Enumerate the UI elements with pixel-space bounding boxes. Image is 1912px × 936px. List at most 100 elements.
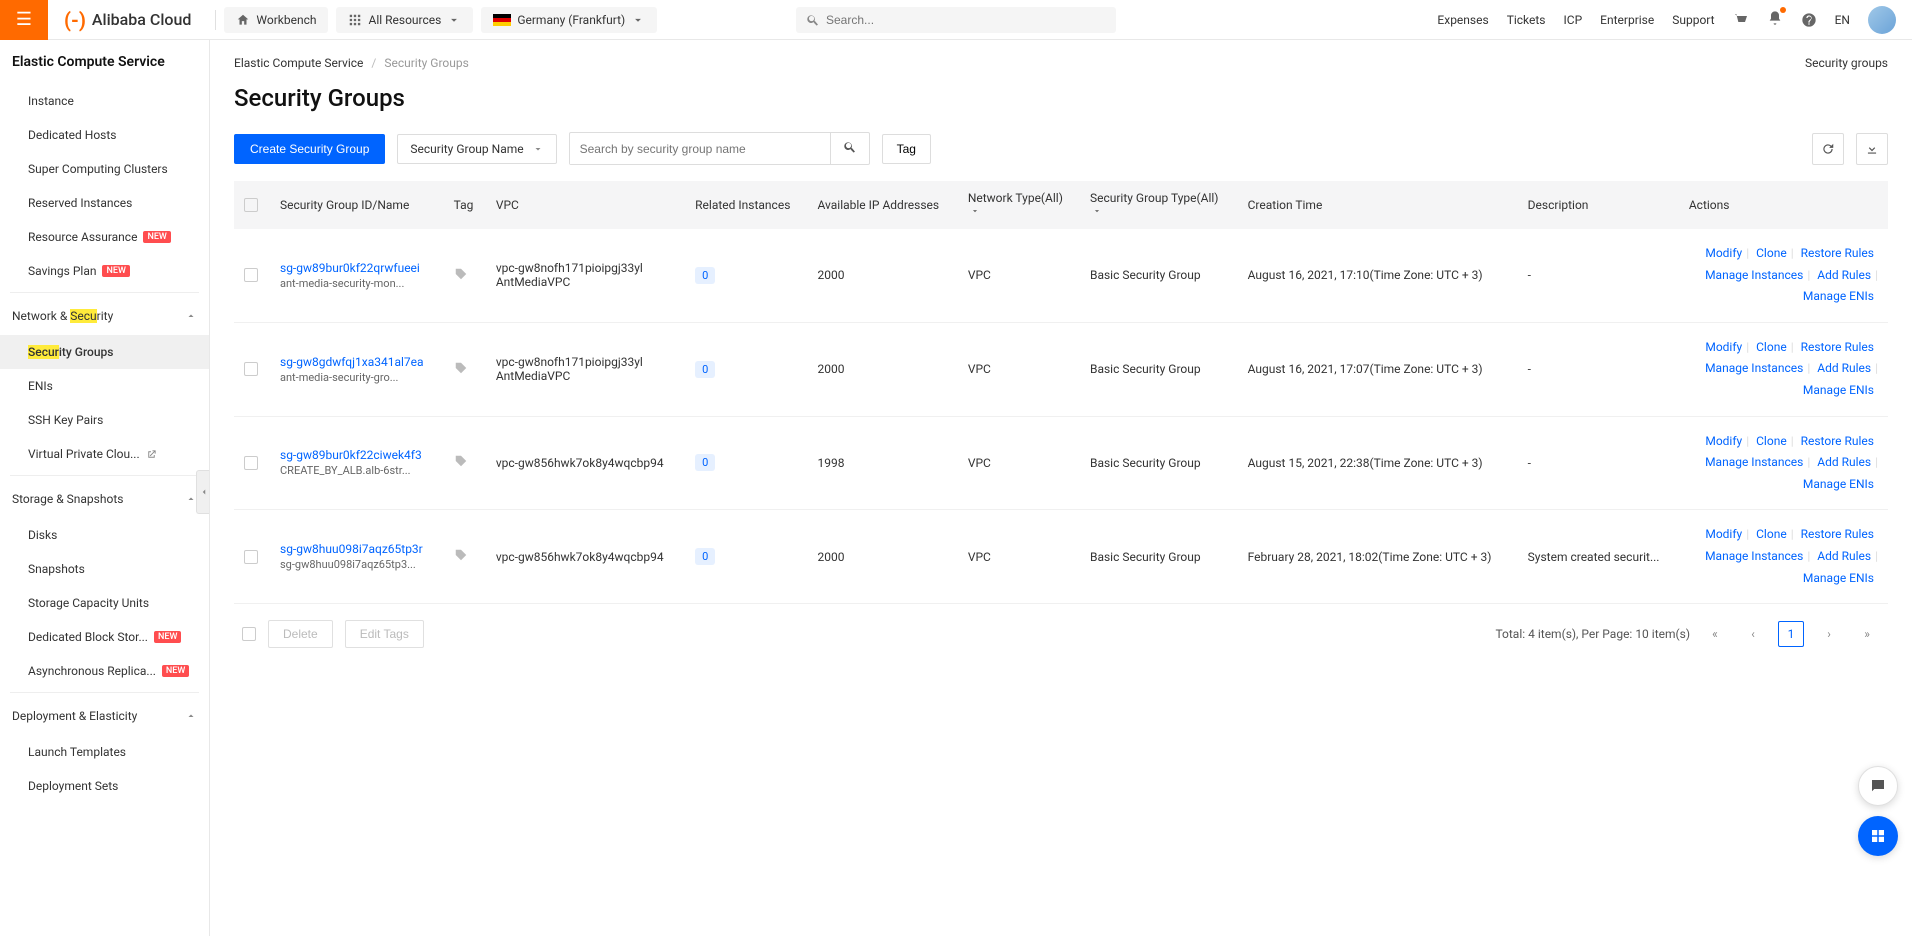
restore-rules-link[interactable]: Restore Rules <box>1801 527 1874 541</box>
breadcrumb-link-ecs[interactable]: Elastic Compute Service <box>234 56 363 70</box>
row-checkbox[interactable] <box>244 550 258 564</box>
tag-icon[interactable] <box>454 454 468 468</box>
workbench-button[interactable]: Workbench <box>224 7 328 33</box>
enterprise-link[interactable]: Enterprise <box>1600 13 1654 27</box>
sidebar-collapse-button[interactable] <box>196 470 210 514</box>
pagination-last[interactable]: » <box>1854 621 1880 647</box>
security-group-id-link[interactable]: sg-gw8huu098i7aqz65tp3r <box>280 542 434 556</box>
delete-button[interactable]: Delete <box>268 620 333 648</box>
manage-enis-link[interactable]: Manage ENIs <box>1803 383 1874 397</box>
notifications-button[interactable] <box>1767 10 1783 29</box>
edit-tags-button[interactable]: Edit Tags <box>345 620 424 648</box>
sidebar-item-snapshots[interactable]: Snapshots <box>0 552 209 586</box>
sidebar-group-storage[interactable]: Storage & Snapshots <box>0 480 209 518</box>
manage-enis-link[interactable]: Manage ENIs <box>1803 477 1874 491</box>
modify-link[interactable]: Modify <box>1705 434 1742 448</box>
sidebar-item-enis[interactable]: ENIs <box>0 369 209 403</box>
add-rules-link[interactable]: Add Rules <box>1817 268 1871 282</box>
global-search-input[interactable] <box>826 13 1106 27</box>
chat-float-button[interactable] <box>1858 766 1898 806</box>
restore-rules-link[interactable]: Restore Rules <box>1801 340 1874 354</box>
apps-float-button[interactable] <box>1858 816 1898 856</box>
export-button[interactable] <box>1856 133 1888 165</box>
sidebar-item-instance[interactable]: Instance <box>0 84 209 118</box>
restore-rules-link[interactable]: Restore Rules <box>1801 246 1874 260</box>
search-button[interactable] <box>830 133 869 164</box>
logo[interactable]: (-) Alibaba Cloud <box>48 8 207 32</box>
related-instances-badge[interactable]: 0 <box>695 454 715 471</box>
related-instances-badge[interactable]: 0 <box>695 267 715 284</box>
security-group-id-link[interactable]: sg-gw8gdwfqj1xa341al7ea <box>280 355 434 369</box>
modify-link[interactable]: Modify <box>1705 340 1742 354</box>
expenses-link[interactable]: Expenses <box>1437 13 1488 27</box>
restore-rules-link[interactable]: Restore Rules <box>1801 434 1874 448</box>
security-group-id-link[interactable]: sg-gw89bur0kf22qrwfueei <box>280 261 434 275</box>
tag-button[interactable]: Tag <box>882 134 931 164</box>
add-rules-link[interactable]: Add Rules <box>1817 361 1871 375</box>
manage-instances-link[interactable]: Manage Instances <box>1705 455 1803 469</box>
modify-link[interactable]: Modify <box>1705 527 1742 541</box>
menu-button[interactable]: ☰ <box>0 0 48 40</box>
modify-link[interactable]: Modify <box>1705 246 1742 260</box>
add-rules-link[interactable]: Add Rules <box>1817 549 1871 563</box>
global-search[interactable] <box>796 7 1116 33</box>
tickets-link[interactable]: Tickets <box>1507 13 1546 27</box>
sidebar-item-storage-capacity[interactable]: Storage Capacity Units <box>0 586 209 620</box>
clone-link[interactable]: Clone <box>1756 434 1787 448</box>
sidebar-item-super-computing[interactable]: Super Computing Clusters <box>0 152 209 186</box>
sidebar-group-deploy[interactable]: Deployment & Elasticity <box>0 697 209 735</box>
create-security-group-button[interactable]: Create Security Group <box>234 134 385 164</box>
refresh-button[interactable] <box>1812 133 1844 165</box>
shopping-cart-icon[interactable] <box>1733 12 1749 28</box>
related-instances-badge[interactable]: 0 <box>695 361 715 378</box>
manage-instances-link[interactable]: Manage Instances <box>1705 549 1803 563</box>
sidebar-item-deployment-sets[interactable]: Deployment Sets <box>0 769 209 803</box>
sidebar-item-dedicated-hosts[interactable]: Dedicated Hosts <box>0 118 209 152</box>
sidebar-item-disks[interactable]: Disks <box>0 518 209 552</box>
row-checkbox[interactable] <box>244 268 258 282</box>
tag-icon[interactable] <box>454 267 468 281</box>
sidebar-group-network[interactable]: Network & Security <box>0 297 209 335</box>
avatar[interactable] <box>1868 6 1896 34</box>
sidebar-item-security-groups[interactable]: Security Groups <box>0 335 209 369</box>
help-icon[interactable] <box>1801 12 1817 28</box>
add-rules-link[interactable]: Add Rules <box>1817 455 1871 469</box>
pagination-first[interactable]: « <box>1702 621 1728 647</box>
icp-link[interactable]: ICP <box>1564 13 1583 27</box>
sidebar-item-async-replica[interactable]: Asynchronous Replica...NEW <box>0 654 209 688</box>
row-checkbox[interactable] <box>244 362 258 376</box>
clone-link[interactable]: Clone <box>1756 340 1787 354</box>
security-group-id-link[interactable]: sg-gw89bur0kf22ciwek4f3 <box>280 448 434 462</box>
manage-enis-link[interactable]: Manage ENIs <box>1803 289 1874 303</box>
tag-icon[interactable] <box>454 361 468 375</box>
pagination-prev[interactable]: ‹ <box>1740 621 1766 647</box>
select-all-checkbox[interactable] <box>244 198 258 212</box>
support-link[interactable]: Support <box>1672 13 1714 27</box>
row-checkbox[interactable] <box>244 456 258 470</box>
sidebar-item-launch-templates[interactable]: Launch Templates <box>0 735 209 769</box>
region-selector[interactable]: Germany (Frankfurt) <box>481 7 657 33</box>
clone-link[interactable]: Clone <box>1756 246 1787 260</box>
all-resources-button[interactable]: All Resources <box>336 7 473 33</box>
sidebar-item-resource-assurance[interactable]: Resource AssuranceNEW <box>0 220 209 254</box>
manage-instances-link[interactable]: Manage Instances <box>1705 361 1803 375</box>
col-sgtype[interactable]: Security Group Type(All) <box>1080 181 1238 229</box>
clone-link[interactable]: Clone <box>1756 527 1787 541</box>
sidebar-item-ssh-key-pairs[interactable]: SSH Key Pairs <box>0 403 209 437</box>
manage-enis-link[interactable]: Manage ENIs <box>1803 571 1874 585</box>
select-all-footer-checkbox[interactable] <box>242 627 256 641</box>
language-selector[interactable]: EN <box>1835 13 1850 27</box>
manage-instances-link[interactable]: Manage Instances <box>1705 268 1803 282</box>
sidebar-item-dedicated-block[interactable]: Dedicated Block Stor...NEW <box>0 620 209 654</box>
pagination-next[interactable]: › <box>1816 621 1842 647</box>
breadcrumb-right-link[interactable]: Security groups <box>1805 56 1888 70</box>
sidebar-item-vpc[interactable]: Virtual Private Clou... <box>0 437 209 471</box>
filter-dropdown[interactable]: Security Group Name <box>397 134 556 164</box>
sidebar-item-savings-plan[interactable]: Savings PlanNEW <box>0 254 209 288</box>
search-input[interactable] <box>570 134 830 164</box>
tag-icon[interactable] <box>454 548 468 562</box>
sidebar-item-reserved-instances[interactable]: Reserved Instances <box>0 186 209 220</box>
col-nettype[interactable]: Network Type(All) <box>958 181 1080 229</box>
related-instances-badge[interactable]: 0 <box>695 548 715 565</box>
pagination-page-1[interactable]: 1 <box>1778 621 1804 647</box>
